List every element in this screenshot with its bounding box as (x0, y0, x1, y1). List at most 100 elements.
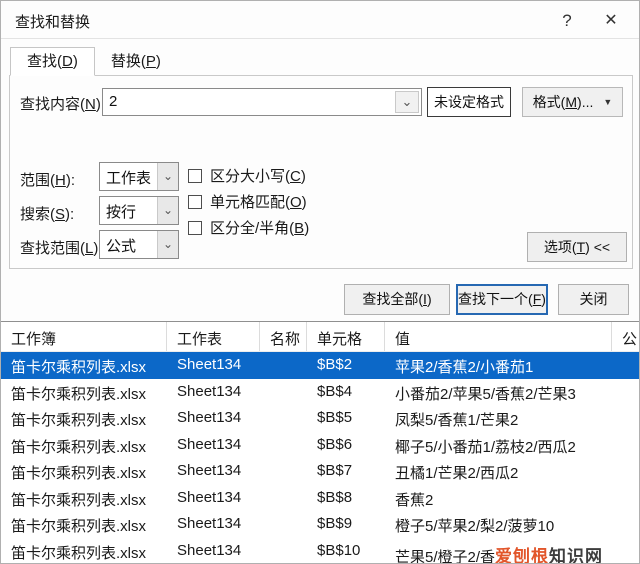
result-cell-formula (612, 538, 639, 564)
result-cell-name (260, 485, 307, 512)
result-cell-cell: $B$9 (317, 515, 353, 532)
result-cell-workbook: 笛卡尔乘积列表.xlsx (11, 359, 147, 376)
result-cell-name (260, 432, 307, 459)
result-cell-cell: $B$7 (317, 462, 353, 479)
result-cell-sheet: Sheet134 (177, 541, 242, 559)
close-button[interactable]: 关闭 (558, 284, 629, 315)
watermark-text: 爱刨根 (495, 546, 550, 564)
result-cell-workbook: 笛卡尔乘积列表.xlsx (11, 412, 147, 429)
find-tab-panel: 查找内容(N): 2 ⌄ 未设定格式 格式(M)... ▼ 范围(H): 工作表… (9, 75, 633, 269)
result-cell-name (260, 405, 307, 432)
checkbox-icon (188, 194, 202, 209)
column-header-formula[interactable]: 公 (612, 322, 639, 351)
result-cell-value: 香蕉2 (395, 491, 434, 509)
chevron-down-icon[interactable]: ⌄ (395, 91, 419, 113)
result-cell-cell: $B$4 (317, 382, 353, 400)
result-cell-name (260, 352, 307, 379)
result-cell-cell: $B$6 (317, 435, 353, 453)
result-cell-value: 芒果5/橙子2/香爱刨根知识网 (395, 546, 604, 564)
result-cell-name (260, 458, 307, 485)
result-cell-cell: $B$10 (317, 541, 361, 559)
find-what-combobox[interactable]: 2 ⌄ (102, 88, 422, 116)
result-row[interactable]: 笛卡尔乘积列表.xlsx Sheet134 $B$7 丑橘1/芒果2/西瓜2 (1, 458, 639, 485)
find-what-input[interactable]: 2 (103, 89, 393, 115)
options-button[interactable]: 选项(T) << (527, 232, 627, 262)
result-cell-workbook: 笛卡尔乘积列表.xlsx (11, 491, 147, 509)
result-cell-name (260, 511, 307, 538)
tabstrip: 查找(D) 替换(P) (10, 47, 177, 76)
result-cell-workbook: 笛卡尔乘积列表.xlsx (11, 438, 147, 456)
match-byte-checkbox[interactable]: 区分全/半角(B) (188, 217, 309, 238)
dialog-title: 查找和替换 (15, 14, 91, 31)
result-cell-sheet: Sheet134 (177, 515, 242, 532)
format-preview-box: 未设定格式 (427, 87, 511, 117)
results-header: 工作簿 工作表 名称 单元格 值 公 (1, 322, 639, 352)
titlebar: 查找和替换 ? ✕ (1, 1, 639, 39)
result-cell-cell: $B$8 (317, 488, 353, 506)
result-cell-formula (612, 379, 639, 406)
result-row[interactable]: 笛卡尔乘积列表.xlsx Sheet134 $B$10 芒果5/橙子2/香爱刨根知识网 (1, 537, 639, 564)
result-cell-cell: $B$2 (317, 356, 353, 373)
result-row[interactable]: 笛卡尔乘积列表.xlsx Sheet134 $B$6 椰子5/小番茄1/荔枝2/西瓜2 (1, 431, 639, 459)
checkbox-icon (188, 168, 202, 183)
result-cell-name (260, 379, 307, 406)
match-case-checkbox[interactable]: 区分大小写(C) (188, 165, 306, 186)
result-cell-formula (612, 352, 639, 379)
result-row[interactable]: 笛卡尔乘积列表.xlsx Sheet134 $B$4 小番茄2/苹果5/香蕉2/芒果3 (1, 378, 639, 406)
result-cell-value: 凤梨5/香蕉1/芒果2 (395, 412, 519, 429)
column-header-name[interactable]: 名称 (260, 322, 307, 351)
result-row[interactable]: 笛卡尔乘积列表.xlsx Sheet134 $B$9 橙子5/苹果2/梨2/菠萝10 (1, 511, 639, 538)
result-row[interactable]: 笛卡尔乘积列表.xlsx Sheet134 $B$8 香蕉2 (1, 484, 639, 512)
result-cell-workbook: 笛卡尔乘积列表.xlsx (11, 518, 147, 535)
results-body: 笛卡尔乘积列表.xlsx Sheet134 $B$2 苹果2/香蕉2/小番茄1 笛卡尔乘… (1, 352, 639, 564)
result-cell-sheet: Sheet134 (177, 382, 242, 400)
result-cell-name (260, 538, 307, 564)
result-cell-formula (612, 458, 639, 485)
result-cell-sheet: Sheet134 (177, 435, 242, 453)
result-cell-formula (612, 432, 639, 459)
result-cell-value: 椰子5/小番茄1/荔枝2/西瓜2 (395, 438, 576, 456)
match-entire-cell-checkbox[interactable]: 单元格匹配(O) (188, 191, 307, 212)
within-select[interactable]: 工作表 ⌄ (99, 162, 179, 191)
result-cell-sheet: Sheet134 (177, 356, 242, 373)
result-cell-cell: $B$5 (317, 409, 353, 426)
column-header-workbook[interactable]: 工作簿 (1, 322, 167, 351)
look-in-select[interactable]: 公式 ⌄ (99, 230, 179, 259)
tab-find[interactable]: 查找(D) (10, 47, 95, 76)
checkbox-icon (188, 220, 202, 235)
column-header-value[interactable]: 值 (385, 322, 612, 351)
result-row[interactable]: 笛卡尔乘积列表.xlsx Sheet134 $B$2 苹果2/香蕉2/小番茄1 (1, 352, 639, 379)
find-all-button[interactable]: 查找全部(I) (344, 284, 450, 315)
tab-replace[interactable]: 替换(P) (95, 49, 177, 76)
result-cell-workbook: 笛卡尔乘积列表.xlsx (11, 385, 147, 403)
chevron-down-icon: ⌄ (157, 163, 178, 190)
result-cell-value: 苹果2/香蕉2/小番茄1 (395, 359, 534, 376)
close-icon[interactable]: ✕ (595, 8, 627, 34)
result-cell-formula (612, 405, 639, 432)
look-in-label: 查找范围(L): (20, 240, 103, 257)
help-icon[interactable]: ? (551, 8, 583, 34)
result-cell-sheet: Sheet134 (177, 488, 242, 506)
search-select[interactable]: 按行 ⌄ (99, 196, 179, 225)
result-cell-workbook: 笛卡尔乘积列表.xlsx (11, 544, 147, 562)
chevron-down-icon: ⌄ (157, 231, 178, 258)
find-replace-dialog: 查找和替换 ? ✕ 查找(D) 替换(P) 查找内容(N): 2 ⌄ 未设定格式… (0, 0, 640, 564)
result-cell-value: 丑橘1/芒果2/西瓜2 (395, 465, 519, 482)
find-next-button[interactable]: 查找下一个(F) (456, 284, 548, 315)
chevron-down-icon: ⌄ (157, 197, 178, 224)
results-table: 工作簿 工作表 名称 单元格 值 公 笛卡尔乘积列表.xlsx Sheet134 $… (1, 321, 639, 564)
dropdown-arrow-icon: ▼ (603, 97, 613, 107)
search-label: 搜索(S): (20, 206, 75, 223)
result-cell-value: 小番茄2/苹果5/香蕉2/芒果3 (395, 385, 576, 403)
format-button[interactable]: 格式(M)... ▼ (522, 87, 623, 117)
column-header-worksheet[interactable]: 工作表 (167, 322, 260, 351)
result-cell-sheet: Sheet134 (177, 462, 242, 479)
find-what-label: 查找内容(N): (20, 96, 106, 113)
result-cell-formula (612, 485, 639, 512)
column-header-cell[interactable]: 单元格 (307, 322, 385, 351)
within-label: 范围(H): (20, 172, 76, 189)
result-row[interactable]: 笛卡尔乘积列表.xlsx Sheet134 $B$5 凤梨5/香蕉1/芒果2 (1, 405, 639, 432)
result-cell-value: 橙子5/苹果2/梨2/菠萝10 (395, 518, 555, 535)
result-cell-formula (612, 511, 639, 538)
watermark-text: 知识网 (549, 546, 604, 564)
